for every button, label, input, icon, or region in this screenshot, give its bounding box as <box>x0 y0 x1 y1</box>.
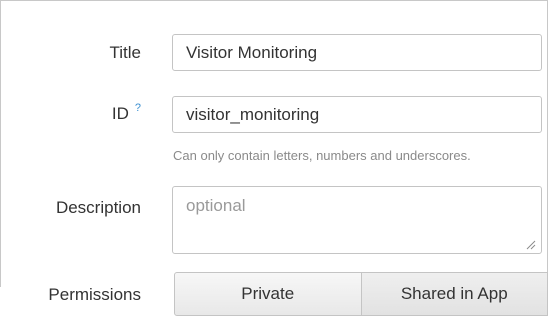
description-label: Description <box>56 198 141 218</box>
title-label-text: Title <box>109 43 142 62</box>
id-label-text: ID <box>111 104 129 123</box>
id-label: ID? <box>111 102 141 124</box>
description-textarea[interactable] <box>172 186 542 254</box>
permissions-label-text: Permissions <box>48 285 141 304</box>
permissions-label: Permissions <box>48 285 141 305</box>
help-icon[interactable]: ? <box>135 102 141 114</box>
title-label: Title <box>110 43 142 63</box>
permission-private-button[interactable]: Private <box>174 272 362 316</box>
title-input[interactable] <box>172 34 542 71</box>
id-hint: Can only contain letters, numbers and un… <box>173 148 471 163</box>
permissions-toggle: Private Shared in App <box>174 272 548 316</box>
id-input[interactable] <box>172 96 542 133</box>
permission-shared-in-app-button[interactable]: Shared in App <box>361 272 548 316</box>
description-label-text: Description <box>55 198 141 217</box>
resize-grip-icon[interactable] <box>526 240 536 250</box>
